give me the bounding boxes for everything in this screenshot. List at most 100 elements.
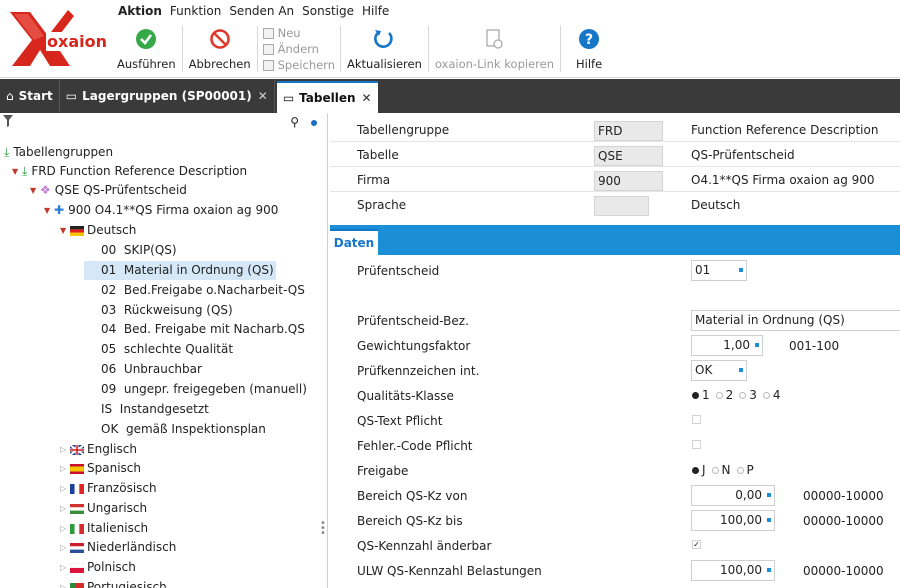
- radio-klasse-1[interactable]: 1: [692, 388, 710, 402]
- panel-splitter-handle[interactable]: • • •: [320, 519, 326, 539]
- header-row-group: Tabellengruppe FRD Function Reference De…: [330, 117, 900, 142]
- qstext-pflicht-checkbox[interactable]: [692, 415, 701, 424]
- radio-klasse-4[interactable]: 4: [762, 388, 781, 402]
- tree-item-qse[interactable]: ▼ ❖ QSE QS-Prüfentscheid: [30, 181, 187, 200]
- new-document-icon: [262, 27, 274, 39]
- toolbar-separator: [340, 26, 341, 72]
- oxaion-logo: oxaion: [4, 6, 108, 72]
- row-bereich-bis: Bereich QS-Kz bis 100,00 00000-10000: [330, 508, 900, 533]
- tree-item-englisch[interactable]: ▷ Englisch: [60, 440, 137, 459]
- expanded-arrow-icon: ▼: [12, 167, 19, 176]
- tree-entry[interactable]: OK gemäß Inspektionsplan: [101, 420, 266, 439]
- flag-france-icon: [70, 483, 84, 494]
- language-code-field: [594, 196, 649, 216]
- tab-start[interactable]: ⌂ Start: [0, 79, 60, 113]
- tree-entry[interactable]: 05 schlechte Qualität: [101, 340, 233, 359]
- gewichtung-field[interactable]: 1,00: [691, 335, 763, 356]
- tree-item-firm[interactable]: ▼ ✚ 900 O4.1**QS Firma oxaion ag 900: [44, 201, 278, 220]
- row-gewichtung: Gewichtungsfaktor 1,00 001-100: [330, 333, 900, 358]
- expanded-arrow-icon: ▼: [44, 206, 51, 215]
- kennzahl-aenderbar-checkbox[interactable]: ✓: [692, 540, 701, 549]
- tree-item-spanisch[interactable]: ▷ Spanisch: [60, 459, 141, 478]
- row-qstext-pflicht: QS-Text Pflicht: [330, 408, 900, 433]
- tab-lagergruppen[interactable]: ▭ Lagergruppen (SP00001) ✕: [60, 79, 275, 113]
- window-icon: ▭: [282, 91, 295, 105]
- tree-entry[interactable]: 04 Bed. Freigabe mit Nacharb.QS: [101, 320, 305, 339]
- ulw-kennzahl-field[interactable]: 100,00: [691, 560, 775, 581]
- tab-tabellen[interactable]: ▭ Tabellen ✕: [276, 81, 378, 113]
- help-button[interactable]: ? Hilfe: [562, 22, 616, 76]
- menu-bar: Aktion Funktion Senden An Sonstige Hilfe: [116, 2, 395, 20]
- row-pruefkennzeichen: Prüfkennzeichen int. OK: [330, 358, 900, 383]
- menu-senden-an[interactable]: Senden An: [227, 2, 300, 20]
- bezeichnung-field[interactable]: Material in Ordnung (QS): [691, 310, 900, 331]
- row-freigabe: Freigabe J N P: [357, 463, 754, 478]
- collapsed-arrow-icon: ▷: [60, 563, 67, 572]
- row-pruefentscheid: Prüfentscheid 01: [330, 258, 900, 283]
- save-button[interactable]: Speichern: [262, 57, 335, 73]
- menu-hilfe[interactable]: Hilfe: [360, 2, 395, 20]
- record-actions: Neu Ändern Speichern: [259, 22, 339, 76]
- bereich-von-field[interactable]: 0,00: [691, 485, 775, 506]
- tree-item-niederlaendisch[interactable]: ▷ Niederländisch: [60, 538, 176, 557]
- tree-item-polnisch[interactable]: ▷ Polnisch: [60, 558, 136, 577]
- flag-germany-icon: [70, 225, 84, 236]
- radio-freigabe-p[interactable]: P: [736, 463, 754, 477]
- tree-entry[interactable]: IS Instandgesetzt: [101, 400, 209, 419]
- collapsed-arrow-icon: ▷: [60, 504, 67, 513]
- prohibit-icon: [207, 26, 233, 52]
- copy-link-button[interactable]: oxaion-Link kopieren: [430, 22, 559, 76]
- check-icon: [133, 26, 159, 52]
- tree-entry[interactable]: 06 Unbrauchbar: [101, 360, 202, 379]
- menu-aktion[interactable]: Aktion: [116, 2, 168, 20]
- radio-klasse-3[interactable]: 3: [739, 388, 757, 402]
- tree-item-portugiesisch[interactable]: ▷ Portugiesisch: [60, 578, 167, 588]
- pruefkennzeichen-field[interactable]: OK: [691, 360, 747, 381]
- refresh-button[interactable]: Aktualisieren: [342, 22, 427, 76]
- tree-entry[interactable]: 09 ungepr. freigegeben (manuell): [101, 380, 307, 399]
- tree-item-italienisch[interactable]: ▷ Italienisch: [60, 519, 148, 538]
- pruefentscheid-field[interactable]: 01: [691, 260, 747, 281]
- group-code-field: FRD: [594, 121, 663, 141]
- firm-code-field: 900: [594, 171, 663, 191]
- tree-entry[interactable]: 02 Bed.Freigabe o.Nacharbeit-QS: [101, 281, 305, 300]
- tab-bar: ⌂ Start ▭ Lagergruppen (SP00001) ✕ ▭ Tab…: [0, 79, 900, 113]
- header-row-language: Sprache Deutsch: [330, 192, 900, 217]
- execute-button[interactable]: Ausführen: [112, 22, 181, 76]
- collapsed-arrow-icon: ▷: [60, 445, 67, 454]
- refresh-icon: [371, 26, 397, 52]
- lookup-marker-icon: [738, 267, 744, 273]
- spinner-marker-icon: [754, 342, 760, 348]
- fehlercode-pflicht-checkbox[interactable]: [692, 440, 701, 449]
- home-icon: ⌂: [6, 89, 14, 103]
- close-icon[interactable]: ✕: [362, 91, 372, 105]
- menu-sonstige[interactable]: Sonstige: [300, 2, 360, 20]
- download-icon: ⤓: [22, 164, 28, 178]
- radio-freigabe-j[interactable]: J: [692, 463, 706, 477]
- radio-freigabe-n[interactable]: N: [711, 463, 731, 477]
- toolbar-separator: [427, 26, 429, 72]
- toolbar: Ausführen Abbrechen Neu Ändern Speichern…: [112, 22, 616, 76]
- bereich-bis-field[interactable]: 100,00: [691, 510, 775, 531]
- radio-klasse-2[interactable]: 2: [715, 388, 733, 402]
- expanded-arrow-icon: ▼: [60, 226, 67, 235]
- spinner-marker-icon: [766, 492, 772, 498]
- binoculars-icon[interactable]: ⚲: [290, 115, 299, 129]
- menu-funktion[interactable]: Funktion: [168, 2, 227, 20]
- tree-entry-selected[interactable]: 01 Material in Ordnung (QS): [84, 261, 276, 280]
- tree-entry[interactable]: 03 Rückweisung (QS): [101, 301, 233, 320]
- close-icon[interactable]: ✕: [258, 89, 268, 103]
- edit-button[interactable]: Ändern: [262, 41, 335, 57]
- tree-item-ungarisch[interactable]: ▷ Ungarisch: [60, 499, 147, 518]
- tree-item-franzoesisch[interactable]: ▷ Französisch: [60, 479, 157, 498]
- new-button[interactable]: Neu: [262, 25, 335, 41]
- flag-poland-icon: [70, 562, 84, 573]
- cancel-button[interactable]: Abbrechen: [184, 22, 256, 76]
- tree-root[interactable]: ⤓ Tabellengruppen: [4, 143, 113, 162]
- filter-icon[interactable]: [3, 115, 13, 130]
- tree-item-frd[interactable]: ▼ ⤓ FRD Function Reference Description: [12, 162, 247, 181]
- header-row-table: Tabelle QSE QS-Prüfentscheid: [330, 142, 900, 167]
- tree-entry[interactable]: 00 SKIP(QS): [101, 241, 177, 260]
- tab-daten[interactable]: Daten: [330, 229, 378, 255]
- tree-item-deutsch[interactable]: ▼ Deutsch: [60, 221, 136, 240]
